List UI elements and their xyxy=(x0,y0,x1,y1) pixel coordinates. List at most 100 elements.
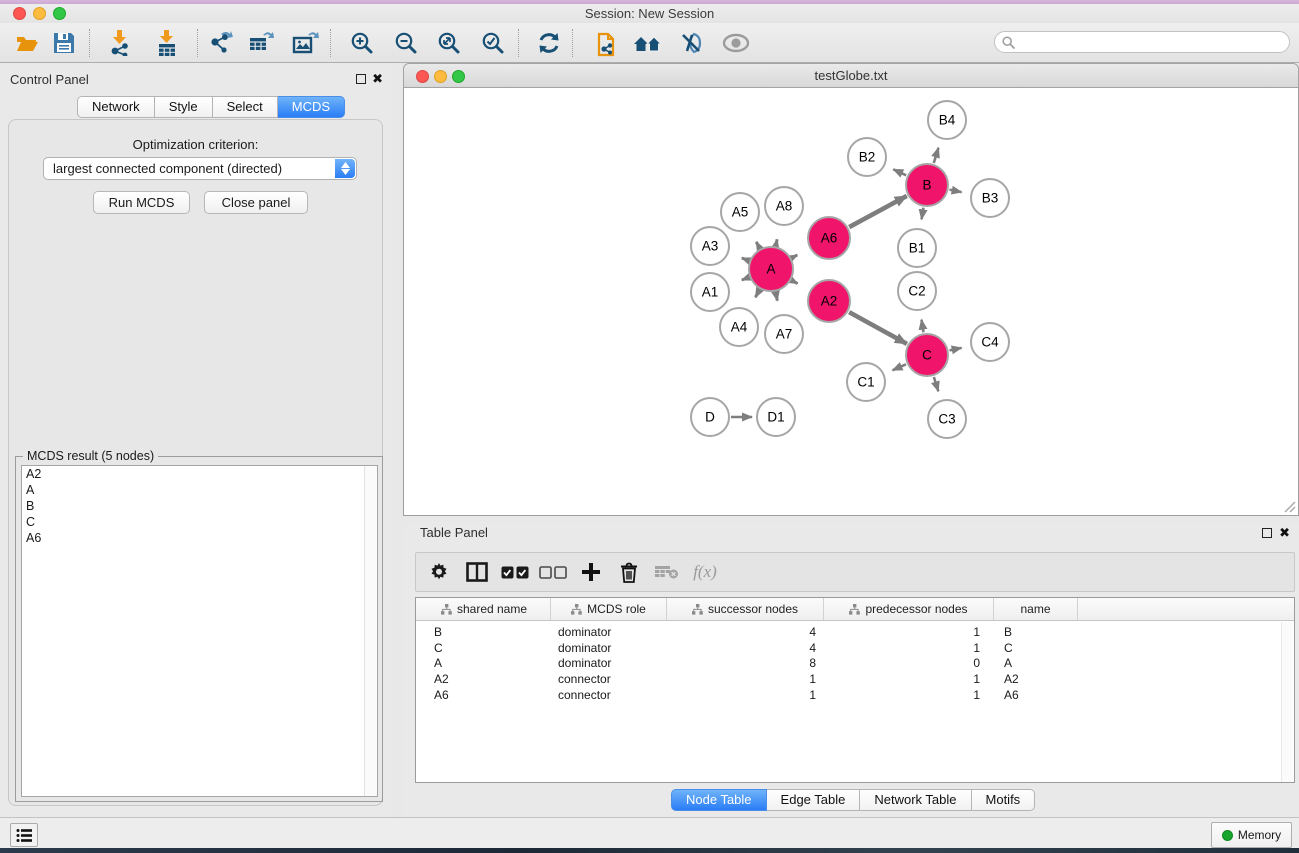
add-column-icon[interactable] xyxy=(572,562,610,582)
graph-node-D1[interactable]: D1 xyxy=(757,398,795,436)
tab-network[interactable]: Network xyxy=(77,96,155,118)
edge-A2-C[interactable] xyxy=(849,312,907,344)
save-session-icon[interactable] xyxy=(45,25,83,61)
tab-style[interactable]: Style xyxy=(155,96,213,118)
import-table-icon[interactable] xyxy=(148,25,186,61)
close-network-icon[interactable] xyxy=(416,70,429,83)
edge-B-B1[interactable] xyxy=(922,208,924,220)
select-all-columns-icon[interactable] xyxy=(496,566,534,579)
home-icon[interactable] xyxy=(629,25,667,61)
cell-predecessor-nodes[interactable]: 0 xyxy=(824,656,994,672)
mcds-result-list[interactable]: A2ABCA6 xyxy=(21,465,378,797)
table-row[interactable]: Cdominator41C xyxy=(416,641,1294,657)
zoom-out-icon[interactable] xyxy=(387,25,425,61)
table-scrollbar[interactable] xyxy=(1281,622,1293,782)
network-from-selection-icon[interactable] xyxy=(587,25,625,61)
cell-name[interactable]: B xyxy=(994,625,1078,641)
edge-A-A4[interactable] xyxy=(755,290,759,297)
edge-A-A1[interactable] xyxy=(742,277,749,280)
resize-grip-icon[interactable] xyxy=(1282,499,1296,513)
zoom-in-icon[interactable] xyxy=(343,25,381,61)
export-network-icon[interactable] xyxy=(201,25,239,61)
edge-B-B2[interactable] xyxy=(893,169,906,175)
edge-C-C1[interactable] xyxy=(893,364,906,370)
cell-mcds-role[interactable]: connector xyxy=(551,672,667,688)
cell-mcds-role[interactable]: connector xyxy=(551,688,667,704)
annotation-off-icon[interactable] xyxy=(673,25,711,61)
cell-successor-nodes[interactable]: 1 xyxy=(667,688,824,704)
graph-node-A5[interactable]: A5 xyxy=(721,193,759,231)
graph-node-C1[interactable]: C1 xyxy=(847,363,885,401)
zoom-selected-icon[interactable] xyxy=(474,25,512,61)
cell-successor-nodes[interactable]: 4 xyxy=(667,641,824,657)
edge-A-A5[interactable] xyxy=(756,242,759,248)
network-graph[interactable]: AA1A2A3A4A5A6A7A8BB1B2B3B4CC1C2C3C4DD1 xyxy=(404,88,1298,514)
cell-name[interactable]: A6 xyxy=(994,688,1078,704)
deselect-all-columns-icon[interactable] xyxy=(534,566,572,579)
result-item[interactable]: C xyxy=(22,514,377,530)
graph-node-A4[interactable]: A4 xyxy=(720,308,758,346)
graph-node-A1[interactable]: A1 xyxy=(691,273,729,311)
graph-node-B2[interactable]: B2 xyxy=(848,138,886,176)
column-header-mcds-role[interactable]: MCDS role xyxy=(551,598,667,620)
graph-node-A6[interactable]: A6 xyxy=(808,217,850,259)
run-mcds-button[interactable]: Run MCDS xyxy=(93,191,190,214)
result-item[interactable]: A xyxy=(22,482,377,498)
tab-edge-table[interactable]: Edge Table xyxy=(767,789,861,811)
graph-node-B3[interactable]: B3 xyxy=(971,179,1009,217)
cell-predecessor-nodes[interactable]: 1 xyxy=(824,688,994,704)
table-row[interactable]: Bdominator41B xyxy=(416,625,1294,641)
table-row[interactable]: Adominator80A xyxy=(416,656,1294,672)
close-panel-button[interactable]: Close panel xyxy=(204,191,308,214)
cell-successor-nodes[interactable]: 8 xyxy=(667,656,824,672)
cell-shared-name[interactable]: A6 xyxy=(418,688,551,704)
column-header-shared-name[interactable]: shared name xyxy=(418,598,551,620)
cell-successor-nodes[interactable]: 4 xyxy=(667,625,824,641)
close-window-icon[interactable] xyxy=(13,7,26,20)
cell-successor-nodes[interactable]: 1 xyxy=(667,672,824,688)
tab-select[interactable]: Select xyxy=(213,96,278,118)
minimize-network-icon[interactable] xyxy=(434,70,447,83)
cell-shared-name[interactable]: A2 xyxy=(418,672,551,688)
graph-node-A3[interactable]: A3 xyxy=(691,227,729,265)
criterion-select[interactable]: largest connected component (directed) xyxy=(43,157,357,180)
edge-A-A3[interactable] xyxy=(742,258,749,261)
cell-predecessor-nodes[interactable]: 1 xyxy=(824,641,994,657)
cell-name[interactable]: A2 xyxy=(994,672,1078,688)
column-header-successor-nodes[interactable]: successor nodes xyxy=(667,598,824,620)
network-window-titlebar[interactable]: testGlobe.txt xyxy=(403,63,1299,88)
zoom-window-icon[interactable] xyxy=(53,7,66,20)
cell-mcds-role[interactable]: dominator xyxy=(551,625,667,641)
graph-node-A7[interactable]: A7 xyxy=(765,315,803,353)
tab-network-table[interactable]: Network Table xyxy=(860,789,971,811)
graph-node-C4[interactable]: C4 xyxy=(971,323,1009,361)
function-builder-icon[interactable]: f(x) xyxy=(686,562,724,582)
refresh-icon[interactable] xyxy=(530,25,568,61)
edge-C-C4[interactable] xyxy=(950,348,962,350)
graph-node-A2[interactable]: A2 xyxy=(808,280,850,322)
result-item[interactable]: A6 xyxy=(22,530,377,546)
table-row[interactable]: A2connector11A2 xyxy=(416,672,1294,688)
zoom-fit-icon[interactable] xyxy=(430,25,468,61)
export-table-icon[interactable] xyxy=(243,25,281,61)
settings-gear-icon[interactable] xyxy=(420,562,458,582)
graph-node-C3[interactable]: C3 xyxy=(928,400,966,438)
graph-node-A[interactable]: A xyxy=(749,247,793,291)
column-header-name[interactable]: name xyxy=(994,598,1078,620)
network-canvas[interactable]: AA1A2A3A4A5A6A7A8BB1B2B3B4CC1C2C3C4DD1 xyxy=(403,88,1299,516)
delete-column-icon[interactable] xyxy=(610,562,648,583)
edge-A-A6[interactable] xyxy=(792,255,797,258)
edge-A-A2[interactable] xyxy=(792,281,797,284)
eye-icon[interactable] xyxy=(717,25,755,61)
result-item[interactable]: A2 xyxy=(22,466,377,482)
cell-predecessor-nodes[interactable]: 1 xyxy=(824,672,994,688)
cell-mcds-role[interactable]: dominator xyxy=(551,641,667,657)
cell-shared-name[interactable]: B xyxy=(418,625,551,641)
cell-predecessor-nodes[interactable]: 1 xyxy=(824,625,994,641)
edge-C-C3[interactable] xyxy=(934,377,938,391)
tab-mcds[interactable]: MCDS xyxy=(278,96,345,118)
float-table-panel-icon[interactable] xyxy=(1262,528,1272,538)
edge-B-B3[interactable] xyxy=(950,190,962,192)
cell-name[interactable]: C xyxy=(994,641,1078,657)
zoom-network-icon[interactable] xyxy=(452,70,465,83)
